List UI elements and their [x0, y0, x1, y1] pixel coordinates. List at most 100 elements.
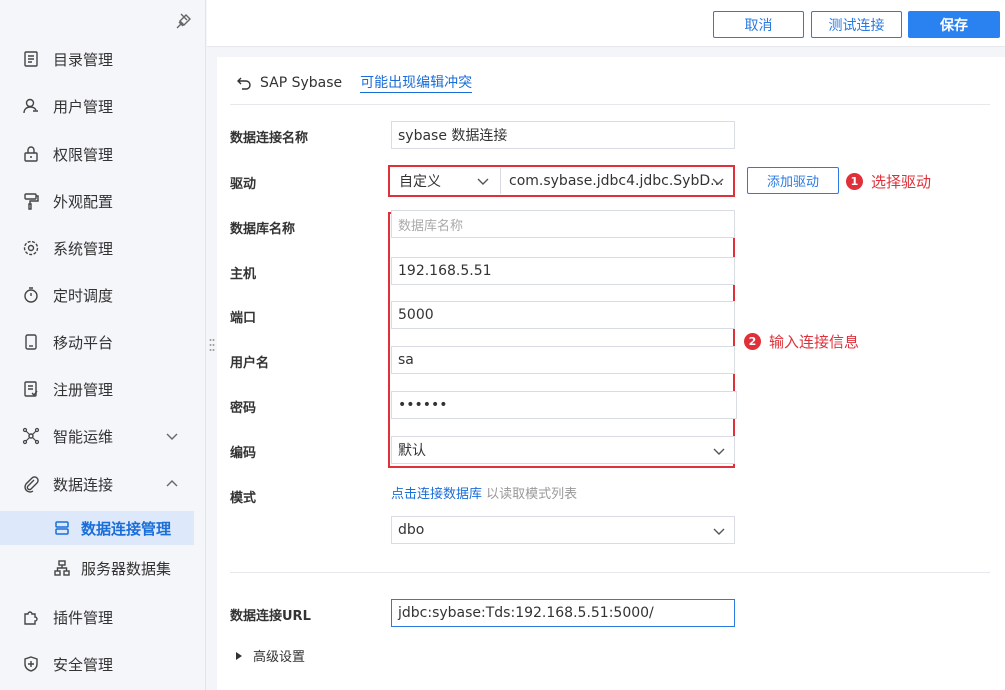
driver-class-select[interactable]: com.sybase.jdbc4.jdbc.SybD... [503, 167, 733, 195]
connection-form-panel: SAP Sybase 可能出现编辑冲突 数据连接名称 sybase 数据连接 驱… [217, 57, 1005, 690]
port-label: 端口 [230, 311, 257, 326]
host-input[interactable]: 192.168.5.51 [391, 257, 735, 285]
database-icon [55, 521, 69, 535]
divider [230, 104, 990, 105]
sidebar-item-users[interactable]: 用户管理 [0, 88, 206, 124]
annotation-text: 选择驱动 [871, 173, 932, 191]
panel-header: SAP Sybase 可能出现编辑冲突 [236, 72, 473, 94]
paperclip-icon [24, 476, 39, 493]
sidebar-item-schedule[interactable]: 定时调度 [0, 277, 206, 313]
sidebar-item-label: 用户管理 [53, 97, 114, 116]
schema-hint-row: 点击连接数据库 以读取模式列表 [391, 483, 577, 502]
sidebar-item-permissions[interactable]: 权限管理 [0, 136, 206, 172]
encoding-select[interactable]: 默认 [391, 436, 735, 464]
driver-type-value: 自定义 [399, 174, 441, 190]
annotation-number-badge: 1 [846, 173, 863, 190]
connection-name-input[interactable]: sybase 数据连接 [391, 121, 735, 149]
username-input[interactable]: sa [391, 346, 735, 374]
driver-separator [500, 168, 501, 194]
encoding-label: 编码 [230, 446, 257, 461]
shield-icon [24, 656, 38, 672]
database-name-label: 数据库名称 [230, 222, 296, 237]
connection-url-label: 数据连接URL [230, 609, 311, 624]
network-icon [22, 427, 40, 445]
password-label: 密码 [230, 401, 257, 416]
back-arrow-icon[interactable] [236, 75, 252, 91]
encoding-value: 默认 [398, 443, 426, 459]
test-connection-button[interactable]: 测试连接 [811, 11, 902, 38]
sidebar-subitem-label: 服务器数据集 [81, 559, 172, 578]
chevron-down-icon [713, 528, 725, 535]
chevron-down-icon [477, 178, 489, 185]
chevron-up-icon [166, 480, 178, 487]
server-dataset-icon [54, 560, 70, 576]
connect-database-link[interactable]: 点击连接数据库 [391, 487, 482, 502]
sidebar-item-label: 注册管理 [53, 380, 114, 399]
schema-value: dbo [398, 522, 425, 538]
host-label: 主机 [230, 267, 257, 282]
sidebar-subitem-label: 数据连接管理 [81, 519, 172, 538]
sidebar-item-security[interactable]: 安全管理 [0, 646, 206, 682]
driver-label: 驱动 [230, 177, 257, 192]
sidebar-item-appearance[interactable]: 外观配置 [0, 183, 206, 219]
annotation-number-badge: 2 [744, 333, 761, 350]
annotation-select-driver: 1 选择驱动 [846, 171, 931, 192]
sidebar: 目录管理 用户管理 权限管理 外观配置 系统管理 定时调度 移动平台 注册管理 … [0, 0, 206, 690]
sidebar-item-register[interactable]: 注册管理 [0, 371, 206, 407]
register-icon [24, 381, 38, 397]
advanced-settings-label: 高级设置 [253, 650, 306, 665]
connection-url-input[interactable]: jdbc:sybase:Tds:192.168.5.51:5000/ [391, 599, 735, 627]
username-label: 用户名 [230, 356, 270, 371]
advanced-settings-toggle[interactable]: 高级设置 [234, 646, 305, 665]
puzzle-icon [24, 611, 38, 625]
divider [230, 572, 990, 573]
sidebar-item-label: 外观配置 [53, 192, 114, 211]
schema-label: 模式 [230, 491, 257, 506]
sidebar-item-label: 插件管理 [53, 608, 114, 627]
edit-conflict-link[interactable]: 可能出现编辑冲突 [360, 74, 473, 93]
pin-icon[interactable] [175, 12, 193, 30]
chevron-down-icon [166, 433, 178, 440]
sidebar-item-label: 定时调度 [53, 286, 114, 305]
catalog-icon [24, 51, 38, 67]
database-name-input[interactable]: 数据库名称 [391, 210, 735, 238]
schema-select[interactable]: dbo [391, 516, 735, 544]
sidebar-item-catalog[interactable]: 目录管理 [0, 41, 206, 77]
sidebar-item-system[interactable]: 系统管理 [0, 230, 206, 266]
save-button[interactable]: 保存 [908, 11, 1000, 38]
caret-right-icon [236, 651, 242, 660]
annotation-text: 输入连接信息 [769, 333, 860, 351]
sidebar-item-plugins[interactable]: 插件管理 [0, 599, 206, 635]
gear-icon [23, 240, 39, 256]
sidebar-item-label: 安全管理 [53, 655, 114, 674]
sidebar-item-data-connection[interactable]: 数据连接 [0, 466, 206, 502]
sidebar-item-label: 移动平台 [53, 333, 114, 352]
chevron-down-icon [713, 448, 725, 455]
sidebar-item-label: 目录管理 [53, 50, 114, 69]
mobile-icon [25, 334, 37, 350]
timer-icon [24, 287, 38, 303]
lock-icon [24, 146, 38, 162]
sidebar-item-label: 数据连接 [53, 475, 114, 494]
user-icon [23, 98, 38, 114]
connection-name-label: 数据连接名称 [230, 131, 309, 146]
sidebar-item-label: 权限管理 [53, 145, 114, 164]
driver-type-select[interactable]: 自定义 [393, 167, 498, 195]
sidebar-item-label: 系统管理 [53, 239, 114, 258]
sidebar-subitem-connection-management[interactable]: 数据连接管理 [0, 511, 194, 545]
add-driver-button[interactable]: 添加驱动 [747, 167, 839, 194]
resize-handle-icon[interactable] [209, 338, 215, 352]
driver-class-value: com.sybase.jdbc4.jdbc.SybD... [509, 173, 724, 189]
schema-hint-text: 以读取模式列表 [486, 487, 578, 502]
sidebar-item-label: 智能运维 [53, 427, 114, 446]
paint-roller-icon [24, 193, 39, 210]
sidebar-item-mobile[interactable]: 移动平台 [0, 324, 206, 360]
top-toolbar: 取消 测试连接 保存 [207, 0, 1005, 47]
connection-type-title: SAP Sybase [260, 75, 343, 91]
sidebar-subitem-server-dataset[interactable]: 服务器数据集 [0, 551, 194, 585]
password-input[interactable]: •••••• [391, 391, 737, 419]
connection-info-highlight-box [388, 212, 735, 468]
port-input[interactable]: 5000 [391, 301, 735, 329]
sidebar-item-ops[interactable]: 智能运维 [0, 418, 206, 454]
cancel-button[interactable]: 取消 [713, 11, 804, 38]
